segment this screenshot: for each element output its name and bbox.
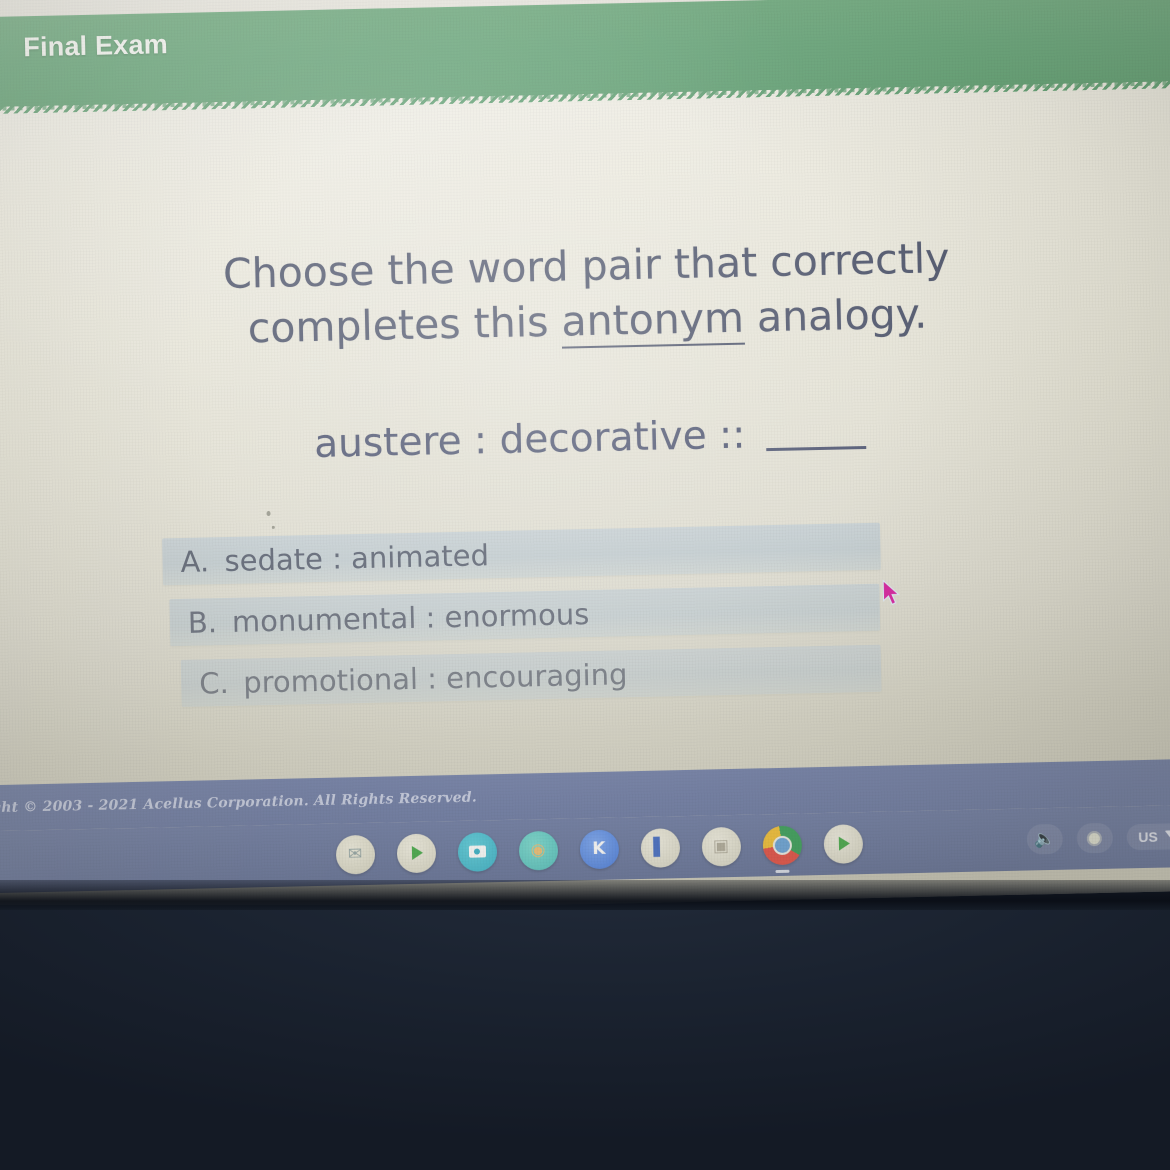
kami-app-icon[interactable]: K: [579, 828, 619, 869]
analogy-expression: austere : decorative ::: [0, 403, 1170, 475]
circle-icon: [1086, 830, 1103, 846]
app-running-indicator: [775, 869, 790, 873]
answer-option-b-letter: B.: [187, 604, 218, 640]
keyboard-locale-label: US: [1138, 828, 1158, 846]
laptop-screen: Final Exam Choose the word pair that cor…: [0, 0, 1170, 905]
play-books-app-icon[interactable]: [822, 823, 863, 864]
question-content: Choose the word pair that correctly comp…: [0, 81, 1170, 726]
copyright-text: pyright © 2003 - 2021 Acellus Corporatio…: [0, 789, 478, 817]
files-app-icon[interactable]: ◉: [518, 830, 558, 871]
system-tray[interactable]: 🔈 US: [1026, 805, 1170, 871]
docs-app-icon[interactable]: ▌: [640, 827, 680, 868]
photo-of-chromebook-screen: → ↻ □ ◫ ⚪ ◉ 🔇 🔈 🔉 ⏻ ! @ % ^ & * ( ) _ +: [0, 0, 1170, 1170]
chrome-app-icon[interactable]: [761, 824, 802, 873]
wifi-icon: [1164, 830, 1170, 843]
answer-option-a[interactable]: A. sedate : animated: [162, 522, 881, 586]
answer-option-a-letter: A.: [180, 543, 210, 579]
play-store-app-icon[interactable]: [396, 832, 436, 873]
question-prompt-emphasis: antonym: [560, 293, 745, 349]
analogy-left-word: austere: [313, 418, 463, 468]
answer-option-a-text: sedate : animated: [224, 537, 490, 578]
answer-options-list: A. sedate : animated B. monumental : eno…: [0, 515, 1170, 711]
slides-app-icon[interactable]: ▣: [700, 826, 741, 867]
answer-option-c-letter: C.: [198, 665, 230, 701]
chrome-core-icon: [772, 835, 792, 855]
analogy-double-colon: ::: [718, 412, 746, 459]
analogy-right-word: decorative: [499, 413, 708, 463]
camera-glyph-icon: [468, 845, 486, 858]
analogy-separator: :: [473, 418, 488, 464]
question-prompt: Choose the word pair that correctly comp…: [0, 226, 1170, 362]
answer-option-b[interactable]: B. monumental : enormous: [169, 583, 881, 647]
microphone-button[interactable]: 🔈: [1026, 823, 1063, 855]
microphone-icon: 🔈: [1033, 828, 1056, 849]
answer-option-b-text: monumental : enormous: [231, 596, 590, 639]
camera-app-icon[interactable]: [457, 831, 497, 872]
question-prompt-part2: analogy.: [743, 289, 928, 342]
status-area-button[interactable]: US: [1126, 822, 1170, 851]
answer-option-c[interactable]: C. promotional : encouraging: [180, 644, 882, 708]
accessibility-button[interactable]: [1076, 822, 1113, 854]
play-triangle-icon: [411, 845, 424, 860]
analogy-blank: [766, 446, 867, 452]
play-triangle-icon-2: [838, 836, 851, 851]
answer-option-c-text: promotional : encouraging: [242, 656, 628, 700]
page-title: Final Exam: [22, 29, 169, 63]
gmail-app-icon[interactable]: ✉: [335, 834, 375, 875]
